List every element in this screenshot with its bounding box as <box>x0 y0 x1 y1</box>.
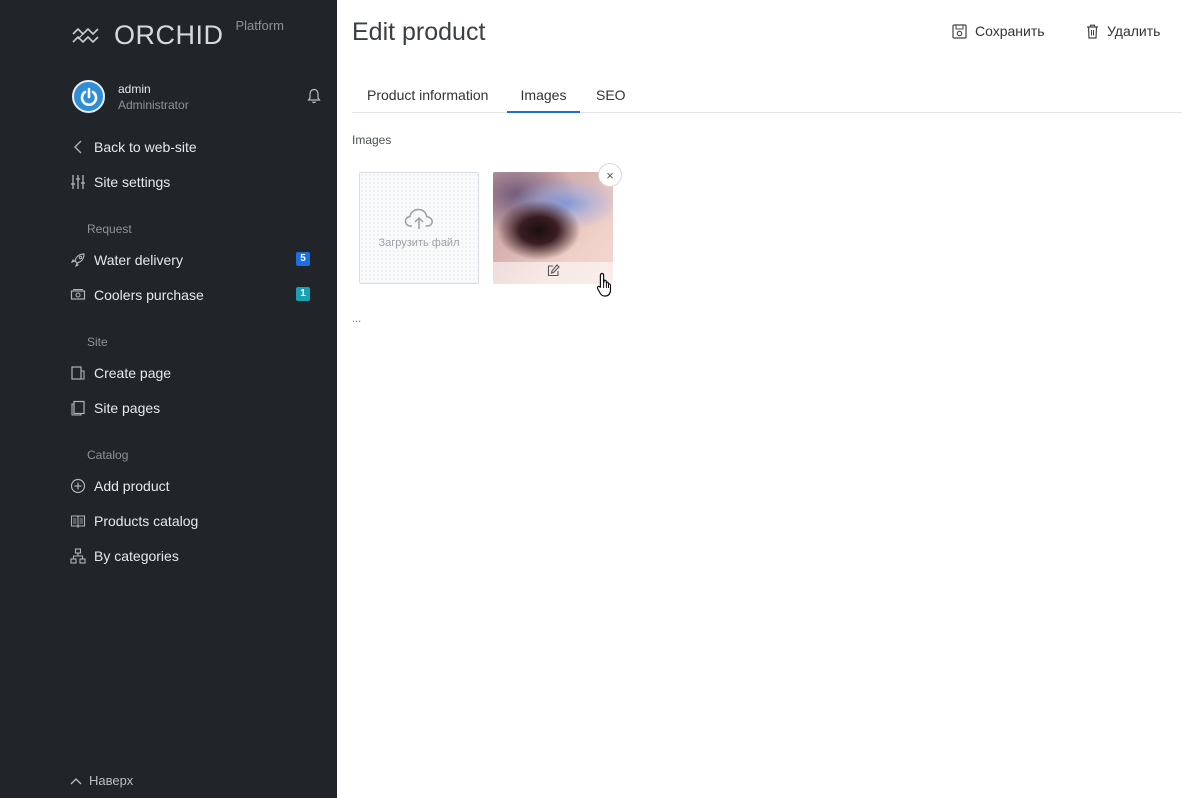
count-badge: 1 <box>296 287 310 301</box>
to-top-label: Наверх <box>89 773 134 788</box>
tab-images[interactable]: Images <box>507 80 580 113</box>
trash-icon <box>1087 24 1098 39</box>
cloud-upload-icon <box>404 208 433 229</box>
section-catalog-title: Catalog <box>87 448 129 462</box>
upload-file-dropzone[interactable]: Загрузить файл <box>359 172 479 284</box>
thumbnail-toolbar <box>493 262 613 284</box>
menu-label: Add product <box>94 478 170 494</box>
delete-label: Удалить <box>1107 23 1161 39</box>
plus-circle-icon <box>70 478 86 494</box>
power-icon <box>80 87 97 106</box>
remove-image-button[interactable]: × <box>598 163 622 187</box>
menu-label: Coolers purchase <box>94 287 204 303</box>
sidebar: ORCHID Platform admin Administrator Back… <box>0 0 337 798</box>
sidebar-item-add-product[interactable]: Add product <box>70 474 310 498</box>
sidebar-item-products-catalog[interactable]: Products catalog <box>70 509 310 533</box>
scroll-to-top-link[interactable]: Наверх <box>70 773 133 788</box>
avatar <box>72 80 105 113</box>
pages-icon <box>70 400 86 416</box>
sidebar-item-by-categories[interactable]: By categories <box>70 544 310 568</box>
main-content: Edit product Сохранить Удалить Product i… <box>337 0 1204 798</box>
brand-name: ORCHID <box>114 20 224 50</box>
orchid-logo-icon <box>72 28 99 44</box>
delete-button[interactable]: Удалить <box>1086 23 1160 39</box>
edit-icon[interactable] <box>547 264 560 282</box>
back-to-website-link[interactable]: Back to web-site <box>70 135 310 159</box>
section-site-title: Site <box>87 335 108 349</box>
site-settings-link[interactable]: Site settings <box>70 170 310 194</box>
section-request-title: Request <box>87 222 132 236</box>
page-add-icon <box>70 365 86 381</box>
images-field-label: Images <box>352 133 392 147</box>
save-button[interactable]: Сохранить <box>952 23 1045 39</box>
brand-subtitle: Platform <box>235 18 284 33</box>
brand[interactable]: ORCHID Platform <box>72 18 284 51</box>
menu-label: Site pages <box>94 400 161 416</box>
hand-cursor-icon <box>596 272 616 303</box>
profile-name: admin <box>118 81 151 96</box>
sidebar-item-coolers-purchase[interactable]: Coolers purchase 1 <box>70 283 310 307</box>
rocket-icon <box>70 252 86 268</box>
bell-icon[interactable] <box>307 88 321 109</box>
tab-product-information[interactable]: Product information <box>367 80 488 113</box>
hierarchy-icon <box>70 548 86 564</box>
chevron-left-icon <box>70 139 86 155</box>
chevron-up-icon <box>70 777 82 784</box>
menu-label: By categories <box>94 548 179 564</box>
menu-label: Site settings <box>94 174 171 190</box>
upload-label: Загрузить файл <box>378 237 460 249</box>
more-indicator: ... <box>352 313 362 325</box>
count-badge: 5 <box>296 252 310 266</box>
menu-label: Water delivery <box>94 252 183 268</box>
sidebar-item-site-pages[interactable]: Site pages <box>70 396 310 420</box>
save-icon <box>952 23 967 39</box>
tab-seo[interactable]: SEO <box>596 80 626 113</box>
sidebar-item-water-delivery[interactable]: Water delivery 5 <box>70 248 310 272</box>
menu-label: Back to web-site <box>94 139 197 155</box>
sliders-icon <box>70 174 86 190</box>
user-profile[interactable]: admin Administrator <box>72 80 189 113</box>
sidebar-item-create-page[interactable]: Create page <box>70 361 310 385</box>
image-thumbnail[interactable] <box>493 172 613 284</box>
menu-label: Products catalog <box>94 513 199 529</box>
save-label: Сохранить <box>975 23 1045 39</box>
menu-label: Create page <box>94 365 172 381</box>
book-icon <box>70 513 86 529</box>
money-icon <box>70 287 86 303</box>
profile-role: Administrator <box>118 97 189 112</box>
page-title: Edit product <box>352 18 486 46</box>
tab-bar: Product information Images SEO <box>352 80 1182 113</box>
